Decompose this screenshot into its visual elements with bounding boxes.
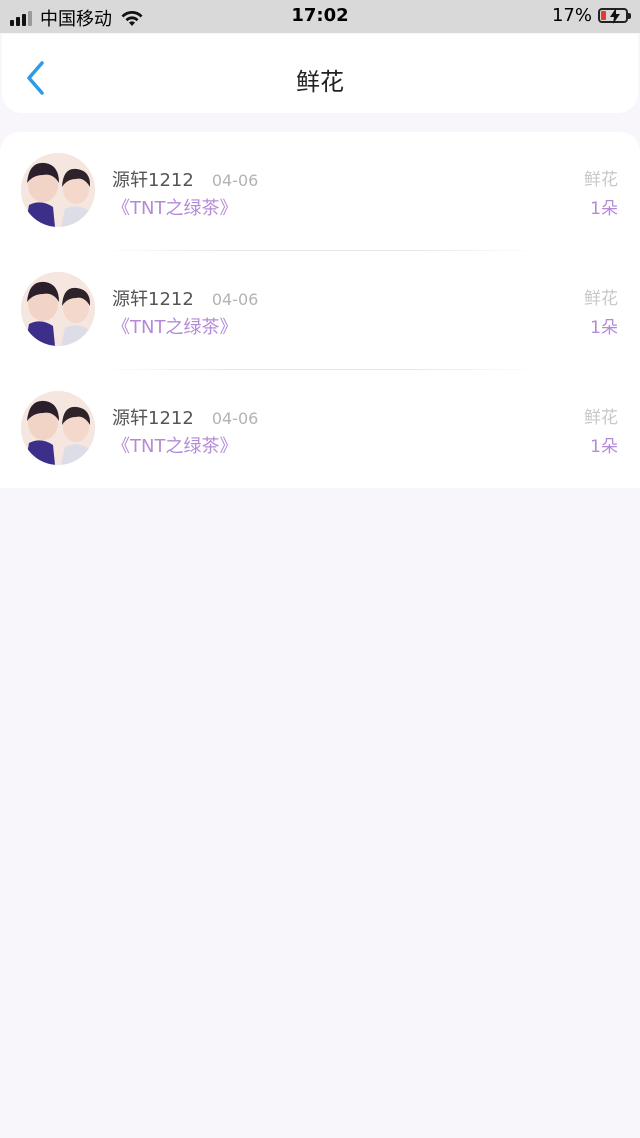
gift-count: 1朵 xyxy=(590,437,618,457)
avatar[interactable] xyxy=(21,272,95,346)
gift-name: 《TNT之绿茶》 xyxy=(112,317,238,338)
name-line: 源轩1212 04-06 xyxy=(112,285,258,311)
list-item[interactable]: 源轩1212 04-06 《TNT之绿茶》 鲜花 1朵 xyxy=(0,370,640,489)
avatar[interactable] xyxy=(21,391,95,465)
gift-name: 《TNT之绿茶》 xyxy=(112,436,238,457)
list-item[interactable]: 源轩1212 04-06 《TNT之绿茶》 鲜花 1朵 xyxy=(0,251,640,370)
username: 源轩1212 xyxy=(112,408,194,429)
gift-type: 鲜花 xyxy=(584,170,618,190)
avatar-image xyxy=(21,391,95,465)
page-title: 鲜花 xyxy=(296,68,344,96)
gift-name: 《TNT之绿茶》 xyxy=(112,198,238,219)
date: 04-06 xyxy=(211,290,259,309)
charging-bolt-icon xyxy=(610,8,620,24)
nav-bar: 鲜花 xyxy=(2,34,638,113)
avatar-image xyxy=(21,153,95,227)
gift-count: 1朵 xyxy=(590,318,618,338)
username: 源轩1212 xyxy=(112,170,194,191)
username: 源轩1212 xyxy=(112,289,194,310)
name-line: 源轩1212 04-06 xyxy=(112,166,258,192)
date: 04-06 xyxy=(211,409,259,428)
gift-type: 鲜花 xyxy=(584,289,618,309)
list-item[interactable]: 源轩1212 04-06 《TNT之绿茶》 鲜花 1朵 xyxy=(0,132,640,251)
name-line: 源轩1212 04-06 xyxy=(112,404,258,430)
status-right: 17% xyxy=(551,5,631,26)
battery-level xyxy=(601,11,606,20)
battery-icon xyxy=(598,8,631,24)
status-bar: 中国移动 17:02 17% xyxy=(0,0,640,33)
status-time: 17:02 xyxy=(291,5,349,26)
battery-percent: 17% xyxy=(551,5,592,26)
avatar[interactable] xyxy=(21,153,95,227)
gift-list: 源轩1212 04-06 《TNT之绿茶》 鲜花 1朵 源轩1212 04-06… xyxy=(0,132,640,488)
date: 04-06 xyxy=(211,171,259,190)
avatar-image xyxy=(21,272,95,346)
gift-type: 鲜花 xyxy=(584,408,618,428)
gift-count: 1朵 xyxy=(590,199,618,219)
